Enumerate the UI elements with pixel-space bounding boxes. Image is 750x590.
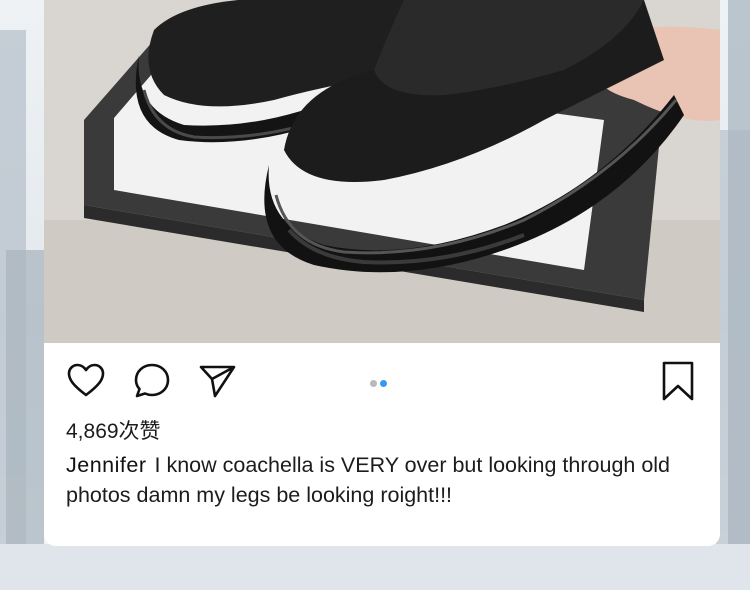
comment-bubble-icon[interactable] bbox=[132, 361, 172, 401]
paper-plane-icon[interactable] bbox=[197, 361, 237, 401]
post-action-bar bbox=[44, 343, 720, 413]
carousel-dot bbox=[370, 380, 377, 387]
caption-username[interactable]: Jennifer bbox=[66, 453, 147, 477]
bookmark-outline-icon[interactable] bbox=[658, 361, 698, 401]
building-shape bbox=[728, 0, 750, 550]
ground-strip bbox=[0, 544, 750, 590]
carousel-indicator bbox=[370, 374, 390, 387]
carousel-dot-active bbox=[380, 380, 387, 387]
heart-outline-icon[interactable] bbox=[66, 361, 106, 401]
post-photo[interactable] bbox=[44, 0, 720, 343]
caption-text: I know coachella is VERY over but lookin… bbox=[66, 453, 671, 507]
post-caption: Jennifer I know coachella is VERY over bu… bbox=[66, 450, 696, 510]
building-shape bbox=[6, 250, 44, 550]
like-count[interactable]: 4,869次赞 bbox=[66, 415, 161, 445]
post-card: 4,869次赞 Jennifer I know coachella is VERY… bbox=[44, 0, 720, 546]
